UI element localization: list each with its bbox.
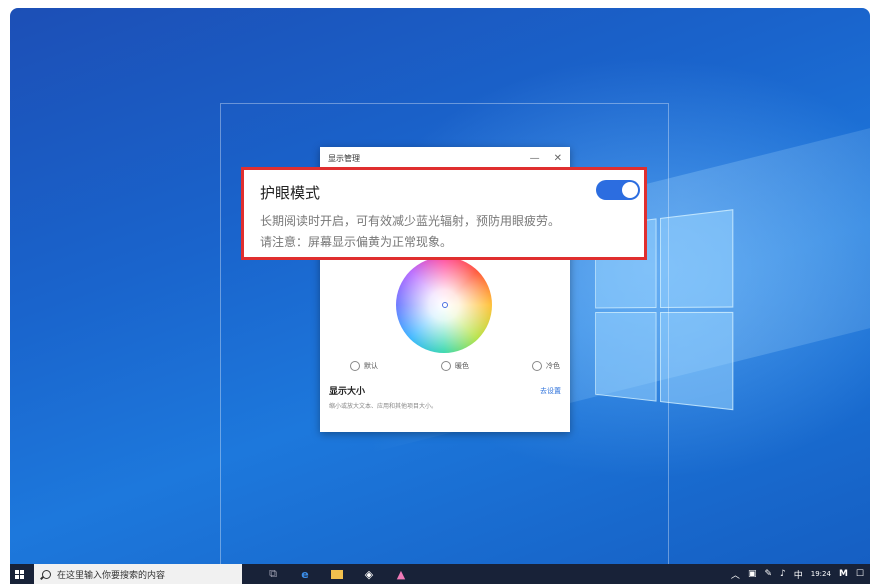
taskbar: 在这里输入你要搜索的内容 ⧉ e ◈ ▲ ︿ ▣ ✎ ♪ 中 19:24 M ☐ [10,564,870,584]
toggle-knob [622,182,638,198]
eye-care-note: 请注意：屏幕显示偏黄为正常现象。 [260,235,453,249]
volume-icon[interactable]: ♪ [780,569,786,579]
edge-browser-icon[interactable]: e [298,567,312,581]
show-hidden-icons-icon[interactable]: ︿ [731,568,740,581]
eye-care-mode-toggle[interactable] [596,180,640,200]
app-tray-icon[interactable]: M [839,569,848,579]
dialog-title: 显示管理 [328,153,360,163]
notification-icon[interactable]: ☐ [856,569,864,579]
radio-icon [350,361,360,371]
color-picker-handle[interactable] [442,302,448,308]
search-placeholder: 在这里输入你要搜索的内容 [57,570,166,581]
taskbar-search-box[interactable]: 在这里输入你要搜索的内容 [34,564,242,584]
mode-cool-label: 冷色 [546,362,560,370]
radio-icon [532,361,542,371]
task-view-icon[interactable]: ⧉ [266,567,280,581]
eye-care-mode-callout: 护眼模式 长期阅读时开启，可有效减少蓝光辐射，预防用眼疲劳。 请注意：屏幕显示偏… [241,167,647,260]
start-button[interactable] [10,564,28,584]
network-icon[interactable]: ▣ [748,569,757,579]
search-icon [42,569,51,579]
store-icon[interactable]: ◈ [362,567,376,581]
pen-icon[interactable]: ✎ [764,569,772,579]
mode-warm-label: 暖色 [455,362,469,370]
clock-time[interactable]: 19:24 [811,570,831,578]
radio-icon [441,361,451,371]
minimize-button[interactable]: — [530,153,540,164]
system-tray: ︿ ▣ ✎ ♪ 中 19:24 M ☐ [731,564,864,584]
go-settings-link[interactable]: 去设置 [540,386,561,396]
display-size-title: 显示大小 [329,387,366,397]
windows-start-icon [14,569,24,579]
app-icon[interactable]: ▲ [394,567,408,581]
display-size-description: 缩小或放大文本、应用和其他项目大小。 [329,403,438,410]
dialog-titlebar: 显示管理 — ✕ [320,147,570,169]
mode-default-label: 默认 [364,362,378,370]
input-method-indicator[interactable]: 中 [794,568,803,581]
file-explorer-icon[interactable] [330,567,344,581]
display-size-section: 显示大小 去设置 缩小或放大文本、应用和其他项目大小。 [329,384,561,411]
color-mode-options: 默认 暖色 冷色 [350,361,560,371]
eye-care-mode-title: 护眼模式 [260,184,321,202]
mode-cool-radio[interactable]: 冷色 [532,361,560,371]
eye-care-description: 长期阅读时开启，可有效减少蓝光辐射，预防用眼疲劳。 [260,214,561,228]
mode-default-radio[interactable]: 默认 [350,361,378,371]
mode-warm-radio[interactable]: 暖色 [441,361,469,371]
close-button[interactable]: ✕ [554,153,562,164]
color-temperature-wheel[interactable] [396,257,492,353]
